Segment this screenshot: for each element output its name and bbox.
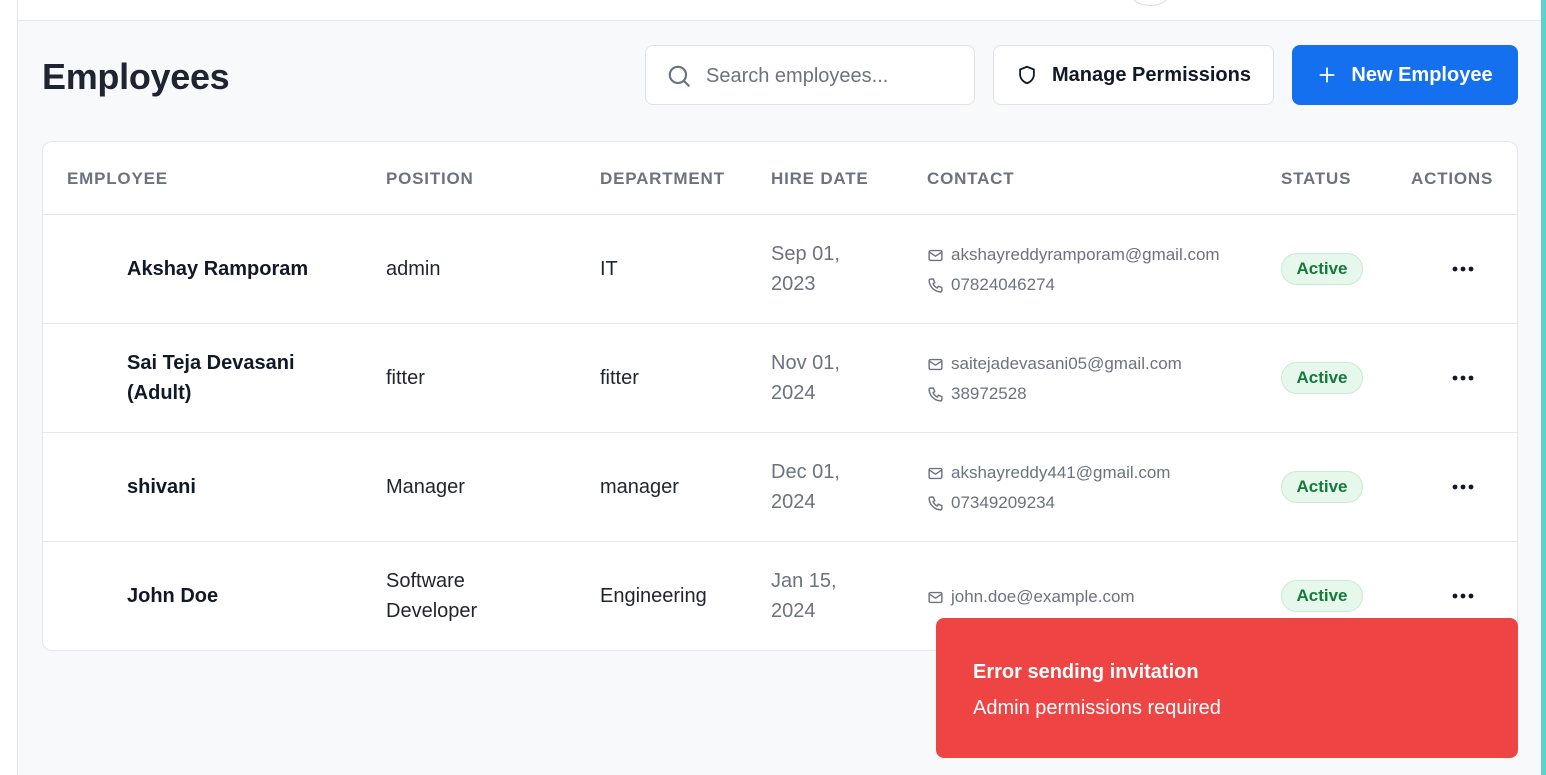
- more-horizontal-icon: [1452, 593, 1474, 599]
- row-actions-button[interactable]: [1447, 475, 1479, 499]
- phone-icon: [928, 386, 943, 402]
- column-header-contact[interactable]: CONTACT: [927, 169, 1014, 189]
- hire-date-line: Nov 01,: [771, 352, 840, 374]
- status-badge: Active: [1281, 253, 1363, 285]
- table-row[interactable]: shivani Manager manager Dec 01, 2024 aks…: [43, 433, 1517, 542]
- search-input[interactable]: [706, 60, 961, 92]
- employee-position: fitter: [386, 367, 425, 389]
- employee-hire-date: Jan 15, 2024: [771, 566, 881, 626]
- position-line: Software: [386, 570, 465, 592]
- employee-name-line: Akshay Ramporam: [127, 258, 309, 280]
- manage-permissions-label: Manage Permissions: [1052, 63, 1251, 86]
- mail-icon: [928, 358, 943, 370]
- table-row[interactable]: Akshay Ramporam admin IT Sep 01, 2023 ak…: [43, 215, 1517, 324]
- email-text[interactable]: akshayreddy441@gmail.com: [951, 463, 1170, 483]
- row-actions-button[interactable]: [1447, 257, 1479, 281]
- column-header-status[interactable]: STATUS: [1281, 169, 1351, 189]
- phone-text[interactable]: 38972528: [951, 384, 1027, 404]
- hire-date-line: 2024: [771, 382, 816, 404]
- employee-contact: saitejadevasani05@gmail.com 38972528: [927, 349, 1257, 409]
- more-horizontal-icon: [1452, 266, 1474, 272]
- status-badge: Active: [1281, 362, 1363, 394]
- employee-name-line: (Adult): [127, 382, 192, 404]
- employee-name: shivani: [127, 472, 347, 502]
- status-badge: Active: [1281, 471, 1363, 503]
- employee-department: manager: [600, 476, 679, 498]
- plus-icon: [1319, 67, 1335, 83]
- hire-date-line: Sep 01,: [771, 243, 840, 265]
- column-header-hire-date[interactable]: HIRE DATE: [771, 169, 869, 189]
- column-header-employee[interactable]: EMPLOYEE: [67, 169, 168, 189]
- contact-email: akshayreddyramporam@gmail.com: [927, 240, 1257, 270]
- row-actions-button[interactable]: [1447, 366, 1479, 390]
- email-text[interactable]: akshayreddyramporam@gmail.com: [951, 245, 1220, 265]
- search-icon: [668, 65, 690, 87]
- position-line: Developer: [386, 600, 478, 622]
- manage-permissions-button[interactable]: Manage Permissions: [993, 45, 1274, 105]
- employee-department: IT: [600, 258, 618, 280]
- contact-email: akshayreddy441@gmail.com: [927, 458, 1257, 488]
- email-text[interactable]: john.doe@example.com: [951, 587, 1135, 607]
- row-actions-button[interactable]: [1447, 584, 1479, 608]
- mail-icon: [928, 467, 943, 479]
- employee-contact: akshayreddyramporam@gmail.com 0782404627…: [927, 240, 1257, 300]
- search-field[interactable]: [645, 45, 975, 105]
- employee-hire-date: Nov 01, 2024: [771, 348, 881, 408]
- hire-date-line: Jan 15,: [771, 570, 837, 592]
- hire-date-line: Dec 01,: [771, 461, 840, 483]
- email-text[interactable]: saitejadevasani05@gmail.com: [951, 354, 1182, 374]
- toast-title: Error sending invitation: [973, 661, 1199, 683]
- contact-phone: 07824046274: [927, 270, 1257, 300]
- toast-message: Admin permissions required: [973, 697, 1221, 719]
- employee-name-line: shivani: [127, 476, 196, 498]
- employee-hire-date: Sep 01, 2023: [771, 239, 881, 299]
- contact-email: john.doe@example.com: [927, 582, 1257, 612]
- employee-department: fitter: [600, 367, 639, 389]
- window-accent-edge: [1541, 0, 1546, 775]
- employee-position: admin: [386, 258, 441, 280]
- table-row[interactable]: Sai Teja Devasani (Adult) fitter fitter …: [43, 324, 1517, 433]
- new-employee-label: New Employee: [1351, 63, 1493, 86]
- hire-date-line: 2024: [771, 600, 816, 622]
- employee-contact: akshayreddy441@gmail.com 07349209234: [927, 458, 1257, 518]
- phone-icon: [928, 495, 943, 511]
- shield-icon: [1019, 65, 1035, 85]
- employee-name: John Doe: [127, 581, 347, 611]
- new-employee-button[interactable]: New Employee: [1292, 45, 1518, 105]
- contact-email: saitejadevasani05@gmail.com: [927, 349, 1257, 379]
- phone-text[interactable]: 07824046274: [951, 275, 1055, 295]
- contact-phone: 38972528: [927, 379, 1257, 409]
- hire-date-line: 2023: [771, 273, 816, 295]
- more-horizontal-icon: [1452, 375, 1474, 381]
- employees-table: EMPLOYEE POSITION DEPARTMENT HIRE DATE C…: [42, 141, 1518, 651]
- employee-name-line: Sai Teja Devasani: [127, 352, 295, 374]
- hire-date-line: 2024: [771, 491, 816, 513]
- phone-text[interactable]: 07349209234: [951, 493, 1055, 513]
- column-header-actions: ACTIONS: [1411, 169, 1494, 188]
- top-bar: [0, 0, 1546, 21]
- employee-name: Sai Teja Devasani (Adult): [127, 348, 347, 408]
- page-title: Employees: [42, 56, 230, 97]
- employee-name: Akshay Ramporam: [127, 254, 347, 284]
- sidebar-edge: [0, 0, 18, 775]
- employee-department: Engineering: [600, 585, 707, 607]
- employee-position: Manager: [386, 476, 465, 498]
- employee-position: Software Developer: [386, 566, 566, 626]
- mail-icon: [928, 591, 943, 603]
- avatar[interactable]: [1130, 0, 1170, 6]
- mail-icon: [928, 249, 943, 261]
- employee-contact: john.doe@example.com: [927, 582, 1257, 612]
- contact-phone: 07349209234: [927, 488, 1257, 518]
- employee-hire-date: Dec 01, 2024: [771, 457, 881, 517]
- employee-name-line: John Doe: [127, 585, 219, 607]
- table-header: EMPLOYEE POSITION DEPARTMENT HIRE DATE C…: [43, 142, 1517, 215]
- status-badge: Active: [1281, 580, 1363, 612]
- more-horizontal-icon: [1452, 484, 1474, 490]
- phone-icon: [928, 277, 943, 293]
- error-toast[interactable]: Error sending invitation Admin permissio…: [936, 618, 1518, 758]
- column-header-department[interactable]: DEPARTMENT: [600, 169, 725, 189]
- column-header-position[interactable]: POSITION: [386, 169, 474, 189]
